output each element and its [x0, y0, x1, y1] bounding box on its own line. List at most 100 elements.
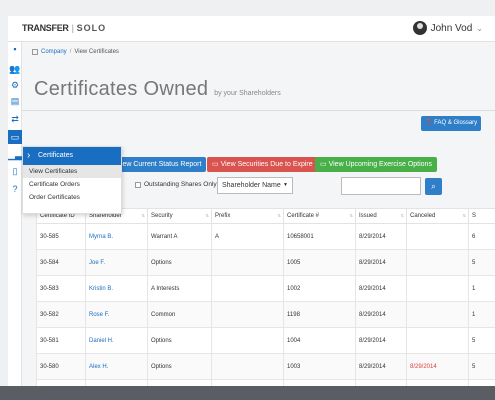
search-icon: ⌕	[431, 182, 436, 191]
caret-down-icon: ▼	[283, 182, 288, 188]
col-issued[interactable]: Issued ⇅	[355, 208, 407, 224]
cell-cert: 1003	[283, 353, 356, 380]
dropdown-header[interactable]: Certificates	[23, 147, 121, 165]
table-row[interactable]: 30-580 Alex H. Options 1003 8/29/2014 8/29/20…	[36, 353, 495, 380]
cell-issued: 8/29/2014	[355, 327, 407, 354]
cell-prefix	[211, 249, 284, 276]
table-row[interactable]: 30-581 Daniel H. Options 1004 8/29/2014 5	[36, 327, 495, 354]
logo[interactable]: TRANSFER | SOLO	[22, 23, 106, 33]
cell-issued: 8/29/2014	[355, 301, 407, 328]
question-circle-icon: ❓	[425, 120, 433, 126]
table-row[interactable]: 30-585 Myrna B. Warrant A A 10658001 8/29/201…	[36, 223, 495, 250]
users-icon[interactable]: 👥	[8, 62, 22, 76]
cell-shareholder[interactable]: Myrna B.	[85, 223, 148, 250]
faq-glossary-button[interactable]: ❓ FAQ & Glossary	[421, 116, 482, 131]
table-row[interactable]: 30-582 Rose F. Common 1198 8/29/2014 1	[36, 301, 495, 328]
cell-cert: 1002	[283, 275, 356, 302]
sort-icon: ⇅	[205, 213, 209, 218]
search-input[interactable]	[341, 177, 421, 195]
cell-security: Options	[147, 249, 212, 276]
exercise-icon: ▭	[320, 161, 327, 168]
cell-cert: 10658001	[283, 223, 356, 250]
cell-issued: 8/29/2014	[355, 249, 407, 276]
faq-label: FAQ & Glossary	[434, 120, 478, 126]
app-window: TRANSFER | SOLO John Vod ⌄ ▪ 👥 ⚙ ▤ ⇄ ▭ ▁▃ …	[8, 16, 495, 386]
breadcrumb-current: View Certificates	[74, 49, 119, 55]
menu-item-view-certificates[interactable]: View Certificates	[23, 165, 121, 178]
logo-solo: SOLO	[76, 23, 107, 33]
cell-id: 30-584	[36, 249, 86, 276]
file-icon[interactable]: ▯	[8, 164, 22, 178]
transfer-icon[interactable]: ⇄	[8, 112, 22, 126]
cell-prefix	[211, 301, 284, 328]
sort-icon: ⇅	[277, 213, 281, 218]
table-row[interactable]: 30-583 Kristin B. A Interests 1002 8/29/2014…	[36, 275, 495, 302]
cell-prefix: A	[211, 223, 284, 250]
upcoming-exercise-label: View Upcoming Exercise Options	[328, 161, 432, 168]
cell-s: 1	[468, 301, 495, 328]
col-s[interactable]: S	[468, 208, 495, 224]
menu-item-order-certificates[interactable]: Order Certificates	[23, 191, 121, 204]
status-report-label: View Current Status Report	[116, 161, 202, 168]
logo-transfer: TRANSFER	[22, 23, 69, 33]
upcoming-exercise-button[interactable]: ▭ View Upcoming Exercise Options	[315, 157, 437, 172]
sort-icon: ⇅	[400, 213, 404, 218]
cell-security: Options	[147, 353, 212, 380]
cell-prefix	[211, 327, 284, 354]
app-frame: TRANSFER | SOLO John Vod ⌄ ▪ 👥 ⚙ ▤ ⇄ ▭ ▁▃ …	[0, 0, 495, 400]
cell-canceled	[406, 327, 469, 354]
col-certificate-number[interactable]: Certificate # ⇅	[283, 208, 356, 224]
sidebar-toggle-icon[interactable]: ▪	[8, 42, 22, 56]
page-subtitle: by your Shareholders	[214, 90, 281, 97]
document-icon[interactable]: ▤	[8, 94, 22, 108]
cell-shareholder[interactable]: Daniel H.	[85, 327, 148, 354]
cell-shareholder[interactable]: Joe F.	[85, 249, 148, 276]
cell-cert: 1198	[283, 301, 356, 328]
col-security[interactable]: Security ⇅	[147, 208, 212, 224]
due-to-expire-button[interactable]: ▭ View Securities Due to Expire	[207, 157, 318, 172]
divider	[22, 110, 495, 111]
page-title-text: Certificates Owned	[34, 78, 209, 100]
cell-canceled	[406, 249, 469, 276]
user-name: John Vod	[430, 22, 473, 34]
col-canceled-label: Canceled	[410, 213, 436, 219]
user-menu[interactable]: John Vod ⌄	[412, 21, 483, 35]
breadcrumb-company-link[interactable]: Company	[41, 49, 67, 55]
chevron-down-icon: ⌄	[476, 23, 483, 33]
menu-item-certificate-orders[interactable]: Certificate Orders	[23, 178, 121, 191]
cell-shareholder[interactable]: Rose F.	[85, 301, 148, 328]
certificates-table: Certificate ID Shareholder ⇅ Security ⇅ Pr…	[36, 208, 495, 386]
help-icon[interactable]: ?	[8, 182, 22, 196]
cell-prefix	[211, 353, 284, 380]
shareholder-select[interactable]: Shareholder Name ▼	[217, 177, 293, 194]
cell-canceled: 8/29/2014	[406, 353, 469, 380]
outstanding-label: Outstanding Shares Only	[144, 181, 217, 188]
breadcrumb: Company / View Certificates	[32, 49, 119, 55]
col-canceled[interactable]: Canceled ⇅	[406, 208, 469, 224]
cell-issued: 8/29/2014	[355, 353, 407, 380]
certificates-dropdown-menu: Certificates View Certificates Certifica…	[22, 146, 122, 214]
shareholder-select-value: Shareholder Name	[222, 182, 281, 189]
cell-canceled	[406, 275, 469, 302]
cell-shareholder[interactable]: Kristin B.	[85, 275, 148, 302]
sidebar: ▪ 👥 ⚙ ▤ ⇄ ▭ ▁▃ ▯ ?	[8, 42, 22, 386]
col-issued-label: Issued	[359, 213, 377, 219]
cell-shareholder[interactable]: Alex H.	[85, 353, 148, 380]
settings-icon[interactable]: ⚙	[8, 78, 22, 92]
col-certificate-number-label: Certificate #	[287, 213, 320, 219]
avatar-icon	[412, 21, 427, 35]
bottom-bar	[0, 386, 495, 400]
search-button[interactable]: ⌕	[425, 178, 442, 195]
chart-icon[interactable]: ▁▃	[8, 148, 22, 162]
col-prefix[interactable]: Prefix ⇅	[211, 208, 284, 224]
cell-id: 30-580	[36, 353, 86, 380]
col-security-label: Security	[151, 213, 173, 219]
outstanding-filter[interactable]: Outstanding Shares Only	[135, 181, 217, 188]
due-to-expire-label: View Securities Due to Expire	[220, 161, 313, 168]
table-row[interactable]: 30-584 Joe F. Options 1005 8/29/2014 5	[36, 249, 495, 276]
expire-icon: ▭	[212, 161, 219, 168]
certificates-icon[interactable]: ▭	[8, 130, 22, 144]
outstanding-checkbox[interactable]	[135, 181, 141, 188]
cell-canceled	[406, 223, 469, 250]
cell-id: 30-582	[36, 301, 86, 328]
